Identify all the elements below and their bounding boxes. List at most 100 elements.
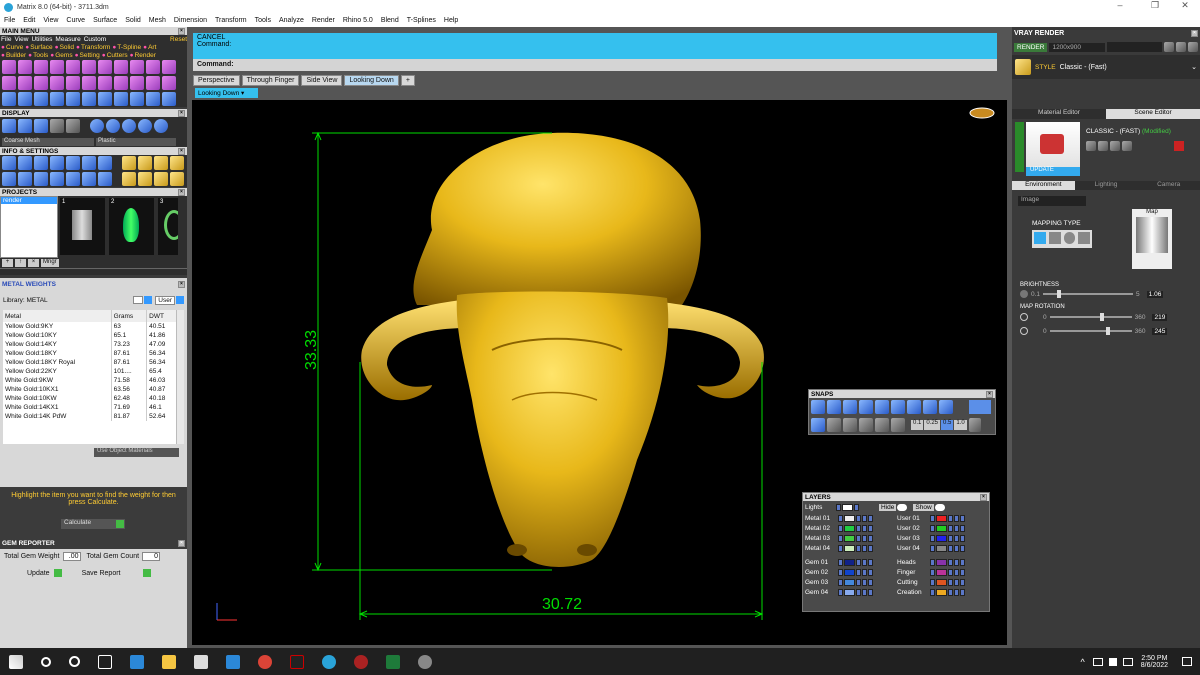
rotation-value-2[interactable]: 245 [1152,327,1168,335]
layers-icon[interactable] [34,156,48,170]
layer-lock-toggle[interactable] [948,568,953,576]
cylinder-tool-icon[interactable] [98,60,112,74]
layer-option-toggle[interactable] [960,514,965,522]
table-row[interactable]: Yellow Gold:10KY 65.1 41.86 [3,331,178,340]
layer-option-toggle[interactable] [960,578,965,586]
loft-tool-icon[interactable] [2,76,16,90]
tab-perspective[interactable]: Perspective [193,75,240,86]
layer-visible-toggle[interactable] [838,524,843,532]
layer-color-swatch[interactable] [844,558,855,566]
snap-value[interactable]: 0.25 [924,420,941,430]
layer-option-toggle[interactable] [862,588,867,596]
view-icon[interactable] [2,172,16,186]
layer-option-toggle[interactable] [954,534,959,542]
play-icon[interactable] [142,569,151,577]
layer-row[interactable]: Gem 01 [805,557,897,567]
properties-icon[interactable] [50,156,64,170]
layer-option-toggle[interactable] [868,514,873,522]
calculate-button[interactable]: Calculate [61,519,125,529]
tray-chevron-icon[interactable]: ^ [1081,657,1085,667]
snap-int-icon[interactable] [891,400,905,414]
show-button[interactable]: Show [913,503,934,511]
rotation-slider-1[interactable] [1049,313,1132,321]
layer-row[interactable]: Gem 03 [805,577,897,587]
render-size-field[interactable]: 1200x900 [1049,42,1105,52]
menu-item-view[interactable]: View [39,17,62,24]
snap-value[interactable]: 0.5 [941,420,954,430]
close-icon[interactable]: × [178,147,185,155]
settings-icon[interactable] [2,156,16,170]
main-menu-render[interactable]: Render [135,52,156,59]
layer-lock-toggle[interactable] [948,524,953,532]
layer-row[interactable]: User 01 [897,513,989,523]
layer-option-toggle[interactable] [954,558,959,566]
layer-visible-toggle[interactable] [838,588,843,596]
layer-row[interactable]: User 02 [897,523,989,533]
menu-item-dimension[interactable]: Dimension [170,17,211,24]
app-icon[interactable] [290,654,304,669]
main-menu-setting[interactable]: Setting [80,52,100,59]
layer-option-toggle[interactable] [868,534,873,542]
render-size-dropdown[interactable] [1106,42,1162,52]
cube-icon[interactable] [122,156,136,170]
camera-icon[interactable] [138,156,152,170]
layer-option-toggle[interactable] [960,558,965,566]
layer-row[interactable]: User 04 [897,543,989,553]
layer-option-toggle[interactable] [862,578,867,586]
col-metal[interactable]: Metal [3,310,112,322]
layer-color-swatch[interactable] [936,544,947,552]
wireframe-icon[interactable] [2,119,16,133]
layer-row[interactable]: Metal 04 [805,543,897,553]
brightness-slider[interactable] [1043,290,1134,298]
layer-option-toggle[interactable] [868,544,873,552]
bend-tool-icon[interactable] [98,92,112,106]
slider-handle[interactable] [1099,313,1104,321]
gumball-icon[interactable] [891,418,905,432]
layer-option-toggle[interactable] [868,588,873,596]
layer-option-toggle[interactable] [862,524,867,532]
snap-toggle-button[interactable] [969,400,991,414]
delete-preset-icon[interactable] [1174,141,1184,151]
notifications-icon[interactable] [1182,657,1192,666]
layer-row[interactable]: Gem 02 [805,567,897,577]
snap-center-icon[interactable] [875,400,889,414]
box-tool-icon[interactable] [82,60,96,74]
tab-looking-down[interactable]: Looking Down [344,75,399,86]
layer-color-swatch[interactable] [844,514,855,522]
array-tool-icon[interactable] [66,92,80,106]
menu-item-mesh[interactable]: Mesh [145,17,170,24]
user-toggle[interactable]: User [155,295,175,305]
layer-row[interactable]: Finger [897,567,989,577]
close-icon[interactable]: ✕ [1170,0,1200,11]
snap-tan-icon[interactable] [923,400,937,414]
layer-option-toggle[interactable] [862,568,867,576]
main-menu-solid[interactable]: Solid [60,44,74,51]
layer-row[interactable]: Metal 01 [805,513,897,523]
rotation-slider-2[interactable] [1049,327,1132,335]
preset-side-bar[interactable] [1015,122,1024,172]
mapping-cube-icon[interactable] [1048,232,1061,244]
export-icon[interactable] [170,156,184,170]
layer-lock-toggle[interactable] [948,558,953,566]
layer-option-toggle[interactable] [960,524,965,532]
layer-option-toggle[interactable] [960,588,965,596]
menu-item-curve[interactable]: Curve [62,17,89,24]
viewport-name-dropdown[interactable]: Looking Down ▾ [195,88,258,98]
store-icon[interactable] [194,654,208,669]
layer-color-swatch[interactable] [936,534,947,542]
close-icon[interactable]: × [178,280,185,288]
curve-tool-icon[interactable] [2,60,16,74]
table-row[interactable]: Yellow Gold:14KY 73.23 47.09 [3,340,178,349]
layer-lock-toggle[interactable] [856,524,861,532]
mesh-dropdown[interactable]: Coarse Mesh [2,138,94,146]
layer-visible-toggle[interactable] [838,568,843,576]
material-dropdown[interactable]: Plastic [96,138,176,146]
vray-option-icon[interactable] [1176,42,1186,52]
revolve-tool-icon[interactable] [34,76,48,90]
layer-color-swatch[interactable] [936,588,947,596]
rect-tool-icon[interactable] [66,60,80,74]
snap-quad-icon[interactable] [939,400,953,414]
lights-toggle[interactable] [836,503,841,511]
ghost-icon[interactable] [50,119,64,133]
lock-icon[interactable] [34,172,48,186]
